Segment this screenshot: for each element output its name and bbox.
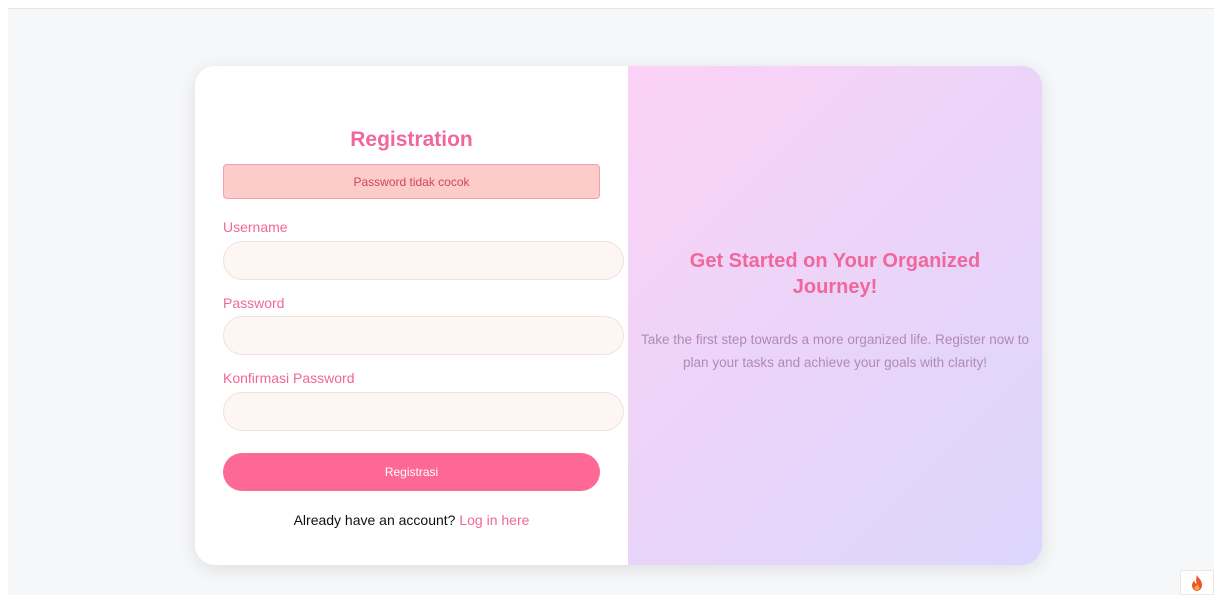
info-description: Take the first step towards a more organ… — [641, 332, 1029, 370]
password-input[interactable] — [223, 316, 624, 355]
register-button[interactable]: Registrasi — [223, 453, 600, 491]
confirm-password-label: Konfirmasi Password — [223, 370, 355, 386]
error-alert: Password tidak cocok — [223, 164, 600, 199]
info-title: Get Started on Your Organized Journey! — [689, 250, 981, 298]
error-alert-text: Password tidak cocok — [353, 174, 470, 189]
username-label: Username — [223, 219, 288, 235]
form-title: Registration — [350, 128, 473, 151]
info-panel: Get Started on Your Organized Journey! T… — [628, 66, 1042, 565]
password-label: Password — [223, 295, 285, 311]
registration-form-panel: Registration Password tidak cocok Userna… — [195, 66, 628, 565]
registration-card: Registration Password tidak cocok Userna… — [195, 66, 1042, 565]
login-prompt-text: Already have an account? — [293, 512, 456, 528]
confirm-password-input[interactable] — [223, 392, 624, 431]
flame-icon — [1192, 574, 1202, 591]
corner-badge[interactable] — [1180, 570, 1214, 595]
page-viewport: Registration Password tidak cocok Userna… — [8, 8, 1214, 595]
login-link[interactable]: Log in here — [459, 512, 529, 528]
username-input[interactable] — [223, 241, 624, 280]
login-prompt-line: Already have an account? Log in here — [223, 512, 600, 528]
